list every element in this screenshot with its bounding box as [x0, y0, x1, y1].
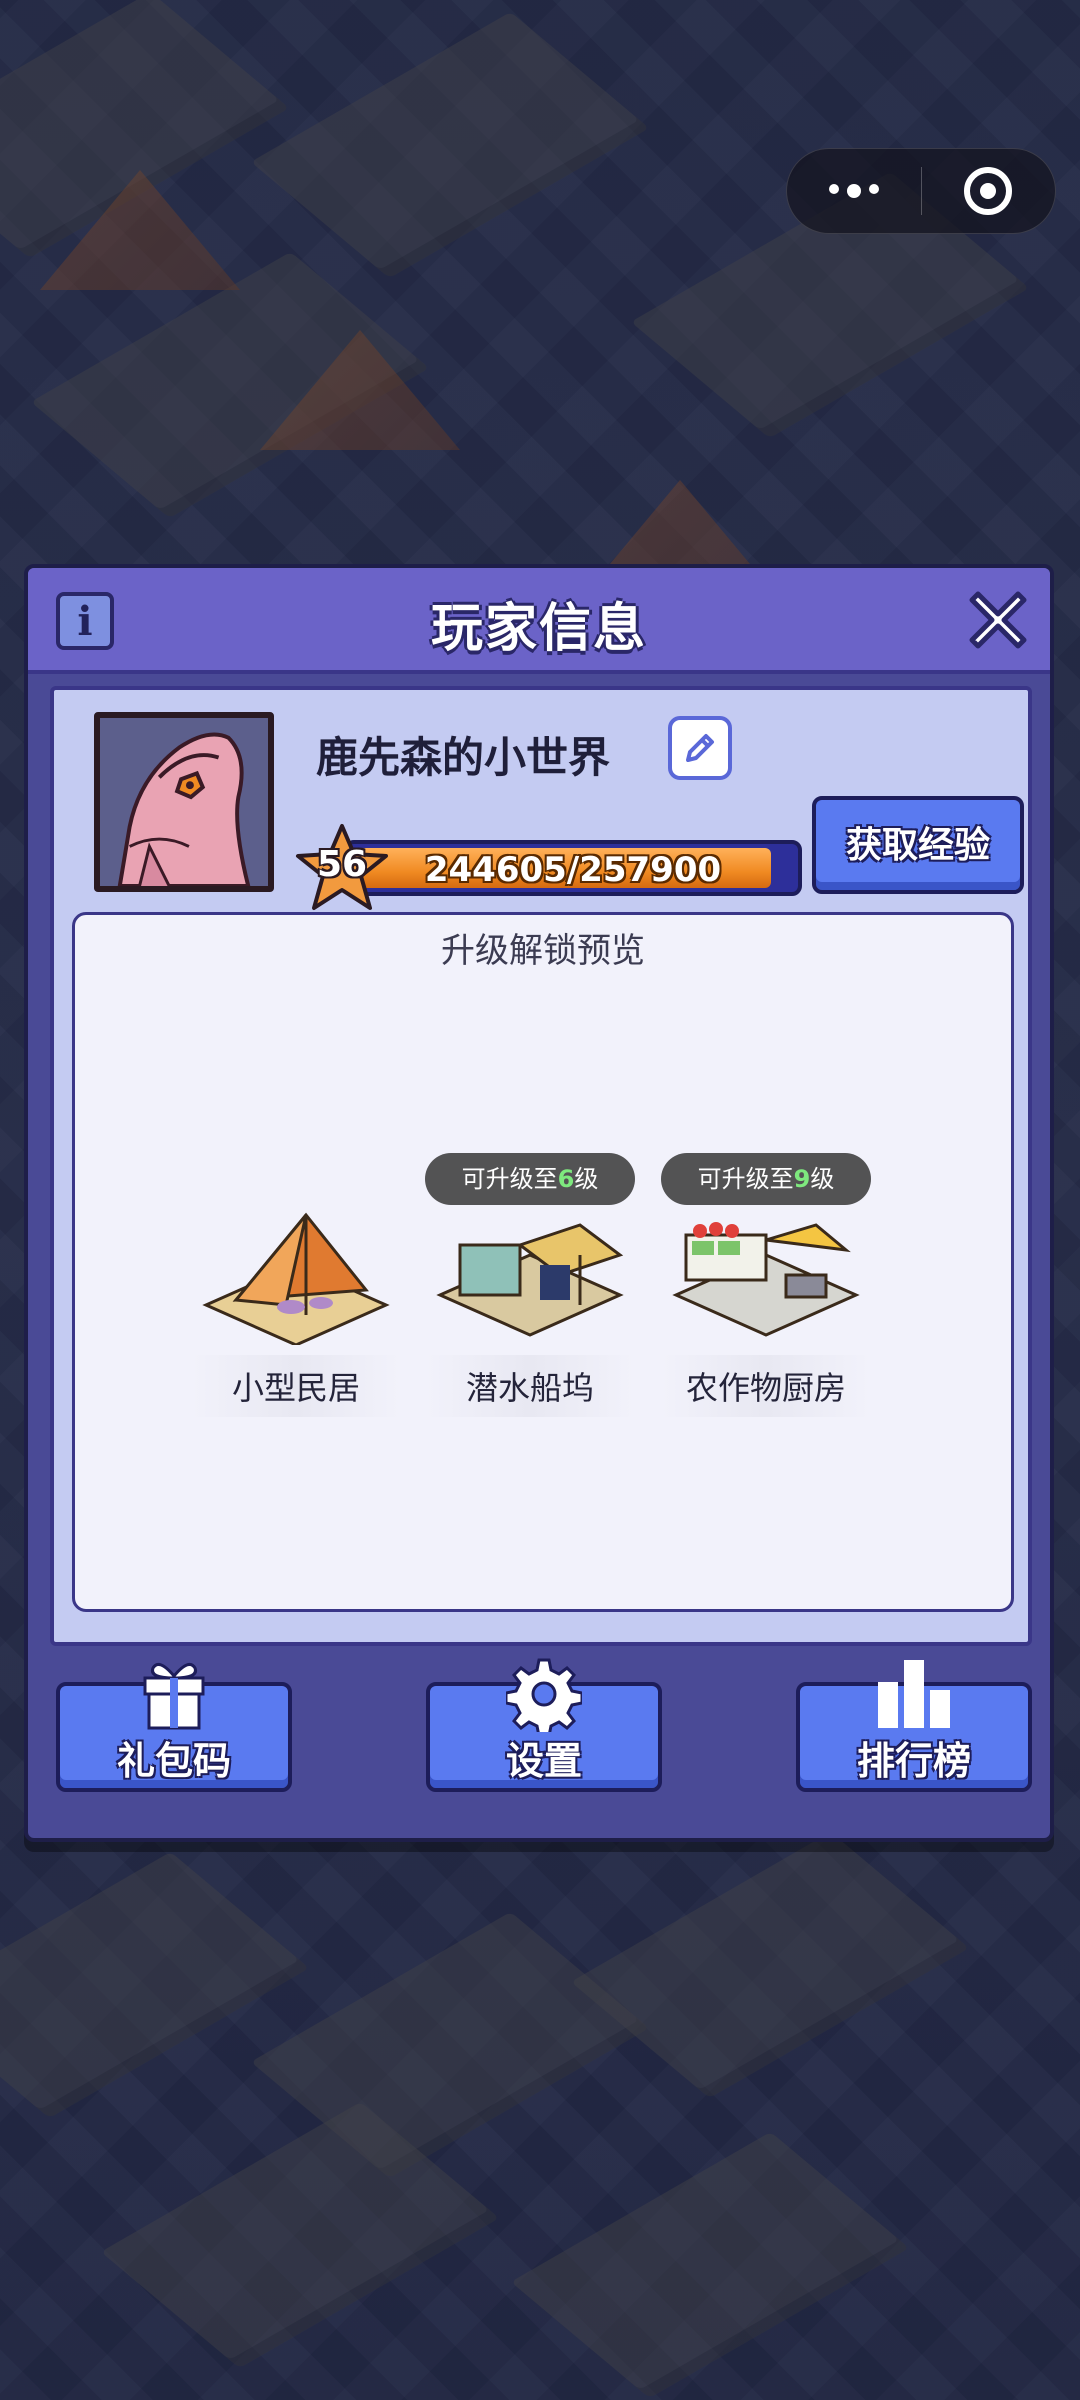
player-info-dialog: i 玩家信息 鹿先森的小世界 244605/257900 56 获取经验 升级解…	[24, 564, 1054, 1842]
building-name: 潜水船坞	[425, 1355, 635, 1417]
leaderboard-icon	[878, 1660, 950, 1728]
dialog-title: 玩家信息	[430, 599, 647, 659]
gear-icon	[506, 1658, 582, 1732]
tag-suffix: 级	[810, 1165, 835, 1193]
small-house-icon	[202, 1212, 390, 1345]
dialog-header: i 玩家信息	[28, 568, 1050, 674]
building-item-small-house[interactable]: 小型民居	[191, 1175, 401, 1425]
close-button[interactable]	[960, 582, 1036, 658]
settings-button[interactable]: 设置	[426, 1658, 662, 1792]
building-item-crop-kitchen[interactable]: 可升级至9级 农作物厨房	[661, 1153, 871, 1425]
building-name: 小型民居	[191, 1355, 401, 1417]
target-icon	[964, 167, 1013, 215]
tag-prefix: 可升级至	[461, 1165, 558, 1193]
edit-name-button[interactable]	[668, 716, 732, 780]
player-panel: 鹿先森的小世界 244605/257900 56 获取经验 升级解锁预览 小型民…	[50, 686, 1032, 1646]
close-miniprogram-button[interactable]	[922, 149, 1056, 233]
upgrade-preview: 升级解锁预览 小型民居 可升级至6级 潜水船坞 可升级至9级 农作物厨房	[72, 912, 1014, 1612]
leaderboard-button[interactable]: 排行榜	[796, 1660, 1032, 1792]
building-item-diving-dock[interactable]: 可升级至6级 潜水船坞	[425, 1153, 635, 1425]
tag-level: 9	[793, 1165, 811, 1193]
gift-icon	[143, 1662, 205, 1730]
miniprogram-capsule	[786, 148, 1056, 234]
xp-bar: 244605/257900	[344, 840, 802, 896]
player-level: 56	[316, 844, 368, 885]
gift-code-label: 礼包码	[116, 1739, 231, 1783]
leaderboard-label: 排行榜	[856, 1739, 971, 1783]
crop-kitchen-icon	[672, 1222, 860, 1337]
tag-level: 6	[557, 1165, 575, 1193]
tag-prefix: 可升级至	[697, 1165, 794, 1193]
player-name: 鹿先森的小世界	[316, 733, 611, 782]
level-progress: 244605/257900 56	[294, 822, 804, 914]
xp-text: 244605/257900	[424, 850, 722, 890]
building-name: 农作物厨房	[661, 1355, 871, 1417]
pencil-icon	[686, 734, 714, 762]
diving-dock-icon	[436, 1223, 624, 1337]
more-dots-icon	[828, 184, 879, 198]
tag-suffix: 级	[574, 1165, 599, 1193]
preview-title: 升级解锁预览	[441, 931, 645, 971]
fish-avatar-icon	[100, 718, 268, 886]
avatar[interactable]	[94, 712, 274, 892]
close-icon	[969, 591, 1027, 649]
more-menu-button[interactable]	[787, 149, 921, 233]
settings-label: 设置	[505, 1739, 582, 1783]
gift-code-button[interactable]: 礼包码	[56, 1662, 292, 1792]
get-xp-button[interactable]: 获取经验	[812, 796, 1024, 894]
